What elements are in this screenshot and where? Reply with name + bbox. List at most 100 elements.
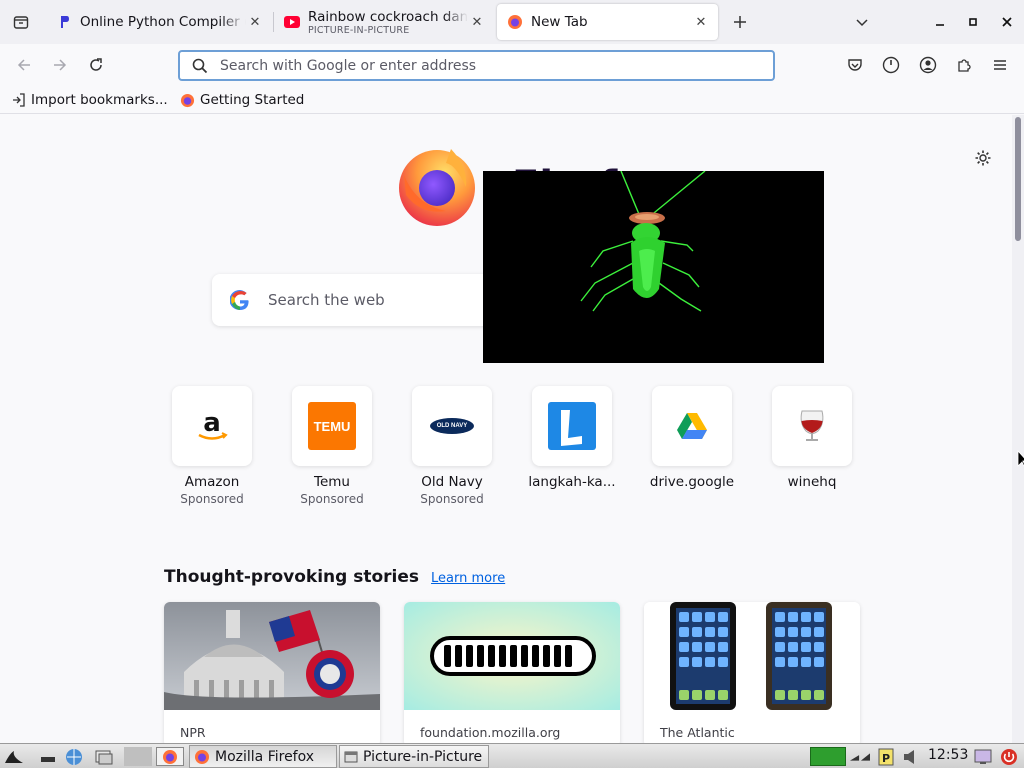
account-icon bbox=[919, 56, 937, 74]
minimize-window-button[interactable] bbox=[928, 10, 952, 34]
firefox-view-button[interactable] bbox=[8, 9, 34, 35]
close-tab-icon[interactable]: ✕ bbox=[692, 13, 710, 31]
programiz-favicon-icon bbox=[56, 14, 72, 30]
shortcut-temu[interactable]: TEMU Temu Sponsored bbox=[282, 386, 382, 506]
pocket-button[interactable] bbox=[842, 52, 868, 78]
battery-graphic-image bbox=[404, 602, 620, 710]
shortcut-label: drive.google bbox=[649, 474, 735, 490]
web-search-placeholder: Search the web bbox=[268, 291, 385, 309]
taskbar-picture-in-picture[interactable]: Picture-in-Picture bbox=[339, 745, 489, 768]
shortcut-label: langkah-ka... bbox=[528, 474, 616, 490]
google-logo-icon bbox=[212, 290, 268, 310]
volume-icon[interactable] bbox=[901, 747, 921, 766]
shortcut-amazon[interactable]: a Amazon Sponsored bbox=[162, 386, 262, 506]
address-input[interactable] bbox=[220, 57, 773, 74]
firefox-favicon-icon bbox=[507, 14, 523, 30]
back-button[interactable] bbox=[11, 52, 37, 78]
close-window-button[interactable] bbox=[995, 10, 1019, 34]
taskbar-firefox[interactable]: Mozilla Firefox bbox=[189, 745, 337, 768]
sponsored-label: Sponsored bbox=[420, 492, 484, 506]
shortcut-old-navy[interactable]: OLD NAVY Old Navy Sponsored bbox=[402, 386, 502, 506]
reload-icon bbox=[90, 58, 102, 71]
history-button[interactable] bbox=[878, 52, 904, 78]
tab-new-tab[interactable]: New Tab ✕ bbox=[497, 4, 718, 40]
account-button[interactable] bbox=[915, 52, 941, 78]
tab-pip-label: PICTURE-IN-PICTURE bbox=[308, 24, 410, 36]
langkah-logo-icon bbox=[548, 402, 596, 450]
story-source: The Atlantic bbox=[660, 725, 735, 740]
user-switch-icon[interactable] bbox=[973, 747, 993, 766]
shortcut-langkah[interactable]: langkah-ka... bbox=[522, 386, 622, 490]
stories-header: Thought-provoking stories Learn more bbox=[164, 567, 505, 587]
story-card[interactable]: foundation.mozilla.org bbox=[404, 602, 620, 743]
app-menu-button[interactable] bbox=[987, 52, 1013, 78]
import-icon bbox=[12, 93, 26, 107]
new-tab-button[interactable] bbox=[728, 10, 752, 34]
shortcut-label: Old Navy bbox=[421, 474, 483, 490]
network-icon bbox=[850, 747, 870, 766]
list-all-tabs-button[interactable] bbox=[850, 10, 874, 34]
bookmark-label: Getting Started bbox=[200, 92, 305, 108]
system-taskbar: Mozilla Firefox Picture-in-Picture P 12:… bbox=[0, 743, 1024, 768]
window-icon bbox=[344, 751, 358, 763]
learn-more-link[interactable]: Learn more bbox=[431, 571, 505, 586]
firefox-icon bbox=[194, 749, 210, 765]
firefox-view-icon bbox=[13, 16, 29, 29]
minimize-icon bbox=[936, 24, 944, 26]
bookmark-import[interactable]: Import bookmarks... bbox=[12, 90, 168, 110]
story-card[interactable]: NPR bbox=[164, 602, 380, 743]
scrollbar-thumb[interactable] bbox=[1015, 117, 1021, 241]
svg-text:a: a bbox=[203, 408, 221, 438]
youtube-favicon-icon bbox=[284, 14, 300, 30]
story-source: NPR bbox=[180, 725, 206, 740]
pocket-icon bbox=[848, 59, 862, 71]
firefox-favicon-icon bbox=[180, 93, 195, 108]
extensions-button[interactable] bbox=[951, 52, 977, 78]
shortcut-drive-google[interactable]: drive.google bbox=[642, 386, 742, 490]
close-tab-icon[interactable]: ✕ bbox=[246, 13, 264, 31]
stories-title: Thought-provoking stories bbox=[164, 567, 420, 587]
personalize-button[interactable] bbox=[970, 145, 996, 171]
hamburger-menu-icon bbox=[994, 60, 1006, 70]
clock-icon bbox=[882, 56, 900, 74]
old-navy-logo-icon: OLD NAVY bbox=[430, 418, 474, 434]
firefox-launcher-icon[interactable] bbox=[156, 747, 184, 766]
tab-title: New Tab bbox=[531, 14, 588, 30]
wine-glass-logo-icon bbox=[800, 410, 824, 441]
bookmarks-toolbar: Import bookmarks... Getting Started bbox=[0, 86, 1024, 114]
page-scrollbar[interactable] bbox=[1012, 115, 1024, 743]
cpu-monitor-widget bbox=[810, 747, 846, 766]
tab-python-compiler[interactable]: Online Python Compiler (Interpreter) ✕ bbox=[46, 4, 272, 40]
taskbar-clock[interactable]: 12:53 bbox=[928, 747, 968, 763]
story-card[interactable]: The Atlantic bbox=[644, 602, 860, 743]
shortcut-winehq[interactable]: winehq bbox=[762, 386, 862, 490]
browser-launcher-icon[interactable] bbox=[64, 747, 84, 766]
address-bar[interactable] bbox=[178, 50, 775, 81]
bookmark-getting-started[interactable]: Getting Started bbox=[180, 90, 304, 110]
tab-rainbow-cockroach[interactable]: Rainbow cockroach dancing PICTURE-IN-PIC… bbox=[274, 4, 494, 40]
maximize-window-button[interactable] bbox=[961, 10, 985, 34]
temu-logo-icon: TEMU bbox=[308, 402, 356, 450]
file-manager-icon[interactable] bbox=[94, 747, 114, 766]
amazon-logo-icon: a bbox=[198, 408, 228, 440]
bookmark-label: Import bookmarks... bbox=[31, 92, 168, 108]
power-icon[interactable] bbox=[999, 747, 1019, 766]
tab-title: Rainbow cockroach dancing bbox=[308, 8, 468, 25]
chevron-down-icon bbox=[856, 19, 868, 27]
tab-title: Online Python Compiler (Interpreter) bbox=[80, 14, 246, 30]
parking-app-icon[interactable]: P bbox=[876, 747, 896, 766]
reload-button[interactable] bbox=[83, 52, 109, 78]
shortcut-label: Amazon bbox=[184, 474, 240, 490]
back-arrow-icon bbox=[17, 59, 30, 71]
show-desktop-icon[interactable] bbox=[38, 747, 58, 766]
task-label: Picture-in-Picture bbox=[363, 748, 483, 765]
search-icon bbox=[192, 58, 208, 73]
empty-workspace[interactable] bbox=[124, 747, 152, 766]
picture-in-picture-window[interactable] bbox=[483, 170, 824, 363]
forward-arrow-icon bbox=[54, 59, 67, 71]
start-menu-icon[interactable] bbox=[4, 747, 24, 766]
sponsored-label: Sponsored bbox=[180, 492, 244, 506]
plus-icon bbox=[734, 16, 746, 28]
forward-button[interactable] bbox=[47, 52, 73, 78]
close-tab-icon[interactable]: ✕ bbox=[468, 13, 486, 31]
